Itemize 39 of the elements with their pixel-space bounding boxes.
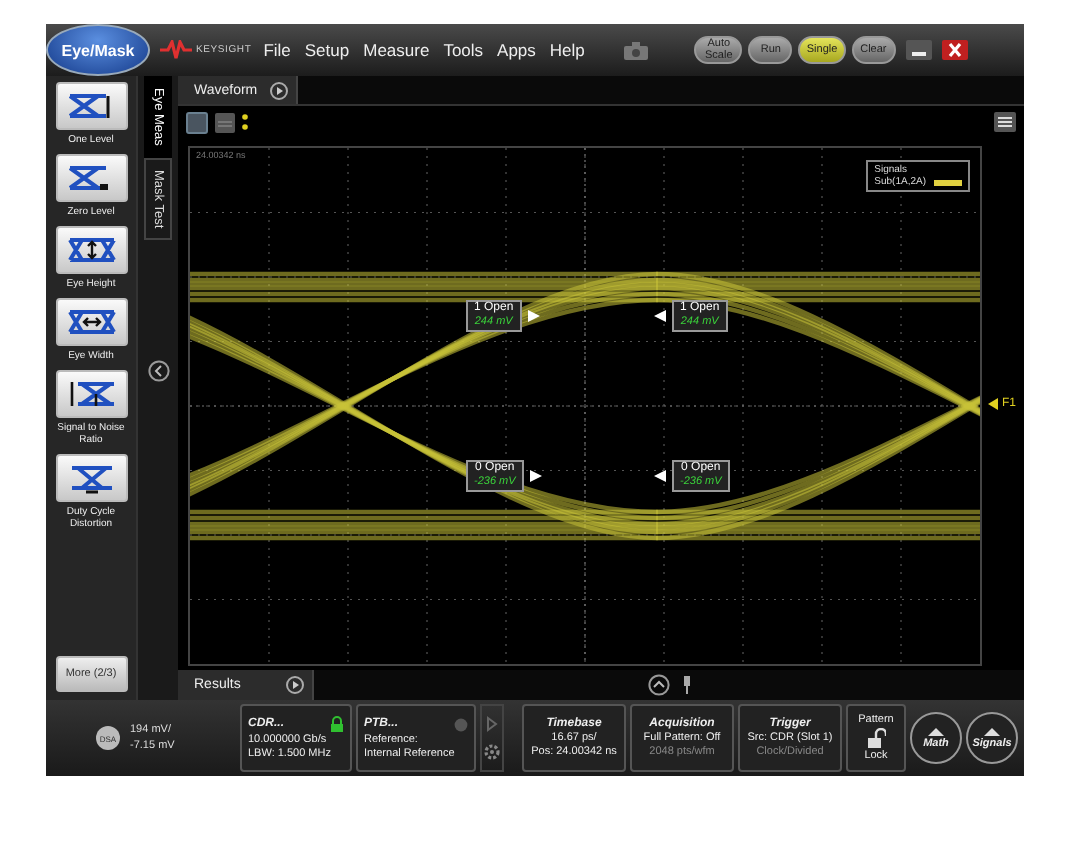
marker-arrow-icon [988,398,998,410]
snr-icon [65,378,117,410]
play-icon [269,81,288,99]
trace-swatch-icon [934,179,962,185]
measurement-button[interactable] [55,226,127,274]
menu-item[interactable]: Apps [497,40,536,60]
menu-item[interactable]: Setup [304,40,350,60]
measurement-button[interactable] [55,154,127,202]
status-dot-icon [454,717,468,731]
view-icon[interactable] [214,111,236,133]
caret-icon [984,727,1000,735]
expand-icon[interactable] [647,674,669,696]
marker-arrow-icon [529,470,542,482]
marker-arrow-icon [654,310,666,322]
measurement-button[interactable] [55,82,127,130]
view-icon[interactable] [186,111,208,133]
caret-icon [928,727,944,735]
camera-icon[interactable] [624,41,649,59]
close-icon[interactable] [941,40,968,60]
menu-item[interactable]: Tools [443,40,484,60]
measurement-button[interactable] [55,298,127,346]
menu-item[interactable]: Measure [363,40,430,60]
play-icon[interactable] [482,710,502,738]
marker-arrow-icon [654,470,666,482]
dots-icon[interactable] [242,113,248,131]
pin-icon[interactable] [681,676,691,694]
menu-item[interactable]: File [263,40,291,60]
eye-width-icon [65,306,117,338]
measurement-button[interactable] [55,370,127,418]
marker-arrow-icon [527,310,540,322]
logo-wave-icon [160,40,192,60]
eye-height-icon [65,234,117,266]
collapse-icon[interactable] [147,360,169,383]
play-icon [286,676,304,694]
menu-item[interactable]: Help [549,40,585,60]
eye-mask-button[interactable]: Eye/Mask [46,24,150,76]
menu-icon[interactable] [994,112,1016,132]
measurement-button[interactable] [55,454,127,502]
minimize-icon[interactable] [905,40,932,60]
